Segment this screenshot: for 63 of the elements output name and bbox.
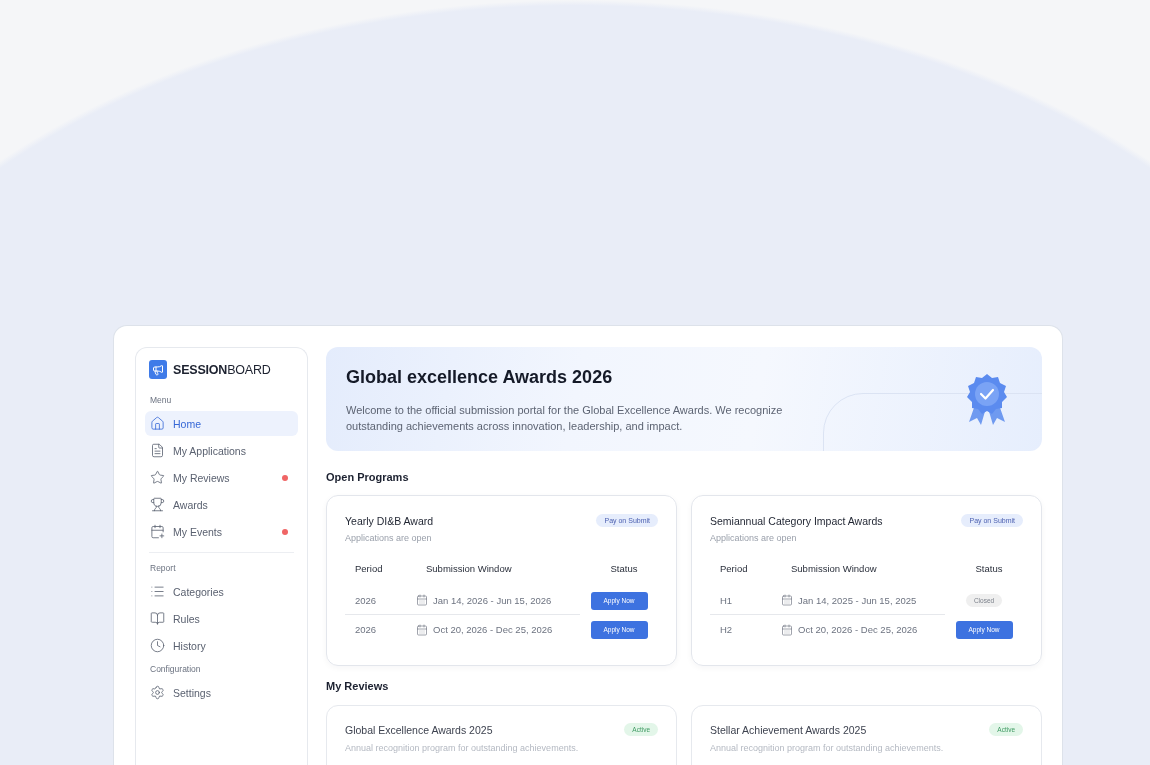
item-label: Settings [173, 686, 212, 699]
sidebar-item[interactable]: My Applications [145, 438, 298, 463]
review-description: Annual recognition program for outstanding achievements. [345, 743, 580, 753]
sidebar-item[interactable]: History [145, 633, 298, 658]
column-header: Period [719, 563, 749, 576]
section-heading: My Reviews [326, 680, 390, 692]
program-title: Yearly DI&B Award [345, 514, 434, 527]
date-range: Jan 14, 2026 - Jun 15, 2026 [433, 594, 552, 606]
sidebar-item[interactable]: Settings [145, 680, 298, 705]
program-title: Semiannual Category Impact Awards [710, 514, 883, 527]
column-header: Status [609, 563, 639, 576]
calendar-icon [150, 524, 165, 539]
date-range: Oct 20, 2026 - Dec 25, 2026 [433, 624, 553, 635]
item-label: My Applications [173, 444, 247, 457]
section-title: Configuration [150, 664, 202, 674]
document-icon [150, 443, 165, 458]
sidebar-item[interactable]: Home [145, 411, 298, 436]
column-header: Status [974, 563, 1004, 576]
review-description: Annual recognition program for outstanding achievements. [710, 743, 945, 753]
sidebar-item[interactable]: Awards [145, 492, 298, 517]
section-title: Report [150, 563, 177, 573]
settings-icon [150, 685, 165, 700]
book-icon [150, 611, 165, 626]
item-label: My Reviews [173, 471, 231, 484]
sidebar-item[interactable]: My Reviews [145, 465, 298, 490]
review-title: Global Excellence Awards 2025 [345, 723, 493, 736]
item-label: History [173, 639, 207, 652]
table-cell-text: 2026 [354, 623, 378, 637]
date-range: Oct 20, 2026 - Dec 25, 2026 [798, 624, 918, 635]
calendar-icon [416, 594, 428, 606]
trophy-icon [150, 497, 165, 512]
banner-description: Welcome to the official submission portal for the Global Excellence Awards. We recognize outstanding achievements across innovation, leadership, and impact. [346, 403, 784, 434]
calendar-icon [416, 623, 428, 636]
date-range: Jan 14, 2025 - Jun 15, 2025 [798, 594, 917, 606]
clock-icon [150, 638, 165, 653]
item-label: Home [173, 417, 202, 430]
section-heading: Open Programs [326, 471, 410, 483]
table-cell: 2026 [345, 586, 416, 615]
item-label: Awards [173, 498, 209, 511]
brand-logo: SESSIONBOARD [173, 362, 271, 377]
item-label: Rules [173, 612, 201, 625]
sidebar-item[interactable]: Rules [145, 606, 298, 631]
calendar-icon [781, 623, 793, 636]
item-label: My Events [173, 525, 223, 538]
program-subtitle: Applications are open [710, 533, 798, 543]
section-title: Menu [150, 395, 173, 405]
table-cell-text: H2 [719, 623, 734, 637]
banner-title: Global excellence Awards 2026 [346, 367, 614, 388]
megaphone-icon [149, 360, 167, 379]
medal-icon [964, 372, 1010, 426]
table-cell: H1 [710, 586, 781, 615]
list-icon [150, 584, 165, 599]
program-subtitle: Applications are open [345, 533, 433, 543]
column-header: Period [354, 563, 384, 576]
house-icon [150, 416, 165, 431]
review-title: Stellar Achievement Awards 2025 [710, 723, 867, 736]
column-header: Submission Window [790, 563, 878, 576]
sidebar-item[interactable]: Categories [145, 579, 298, 604]
star-icon [150, 470, 165, 485]
sidebar-item[interactable]: My Events [145, 519, 298, 544]
column-header: Submission Window [425, 563, 513, 576]
calendar-icon [781, 594, 793, 606]
item-label: Categories [173, 585, 225, 598]
